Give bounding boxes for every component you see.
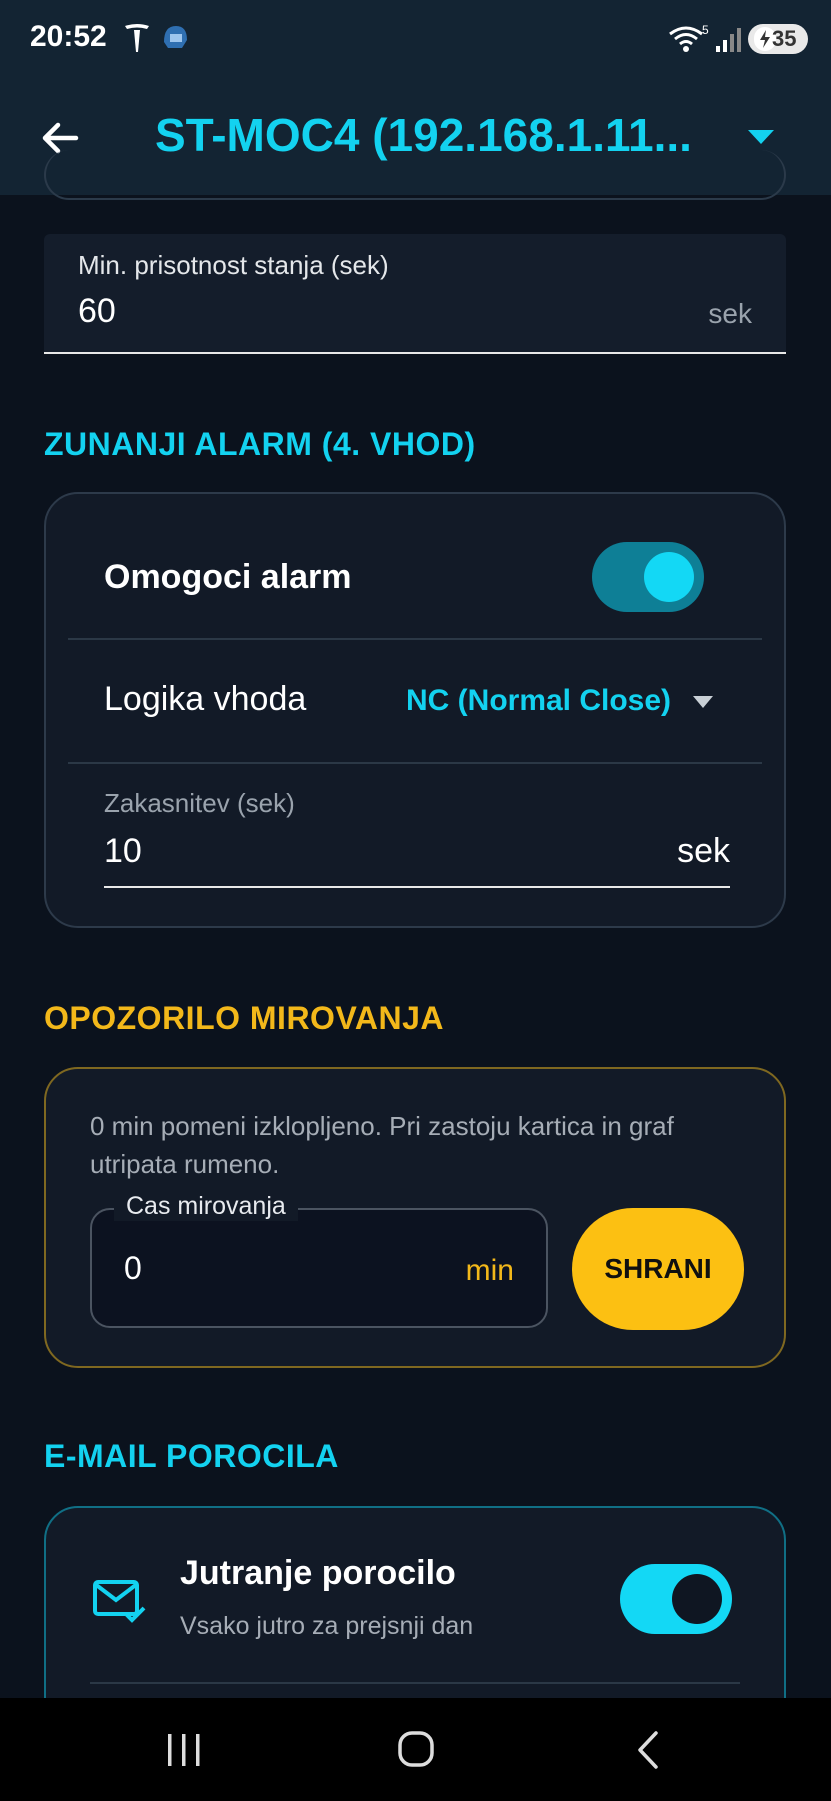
delay-label: Zakasnitev (sek) (104, 788, 295, 818)
external-alarm-card: Omogoci alarm Logika vhoda NC (Normal Cl… (44, 492, 786, 928)
idle-time-suffix: min (465, 1254, 514, 1287)
helmet-icon (164, 26, 187, 48)
email-reports-title: E-MAIL POROCILA (44, 1438, 339, 1474)
idle-warning-title: OPOZORILO MIROVANJA (44, 1000, 445, 1036)
system-nav-bar (0, 1698, 831, 1801)
helper-line-2: utripata rumeno. (90, 1149, 280, 1179)
helper-line-1: 0 min pomeni izklopljeno. Pri zastoju ka… (90, 1111, 674, 1141)
status-bar: 20:52 5 35 (0, 0, 831, 80)
min-presence-label: Min. prisotnost stanja (sek) (78, 250, 389, 280)
signal-icon (716, 28, 741, 52)
divider (68, 638, 762, 640)
idle-time-field[interactable]: Cas mirovanja 0 min (90, 1192, 548, 1328)
morning-report-subtitle: Vsako jutro za prejsnji dan (180, 1612, 474, 1640)
delay-value[interactable]: 10 (104, 832, 142, 871)
min-presence-suffix: sek (708, 298, 752, 329)
input-logic-value: NC (Normal Close) (406, 684, 672, 717)
delay-suffix: sek (677, 832, 730, 870)
svg-text:5: 5 (702, 23, 709, 37)
previous-card-edge (44, 150, 786, 200)
delay-field[interactable]: Zakasnitev (sek) 10 sek (104, 788, 730, 888)
home-icon[interactable] (386, 1728, 446, 1772)
mail-check-icon (93, 1580, 146, 1623)
enable-alarm-label: Omogoci alarm (104, 558, 352, 596)
morning-report-title: Jutranje porocilo (180, 1554, 456, 1592)
toggle-thumb (672, 1574, 722, 1624)
toggle-thumb (644, 552, 694, 602)
divider (90, 1682, 740, 1684)
battery-percent: 35 (772, 26, 797, 51)
battery-icon: 35 (748, 24, 808, 54)
wifi-icon: 5 (669, 23, 709, 52)
idle-time-label: Cas mirovanja (114, 1192, 298, 1221)
caret-down-icon[interactable] (746, 127, 776, 147)
idle-time-value[interactable]: 0 (124, 1250, 142, 1287)
idle-warning-card: 0 min pomeni izklopljeno. Pri zastoju ka… (44, 1067, 786, 1368)
min-presence-value[interactable]: 60 (78, 292, 116, 331)
status-time: 20:52 (30, 20, 107, 53)
back-nav-icon[interactable] (618, 1728, 678, 1772)
morning-report-toggle[interactable] (620, 1564, 732, 1634)
min-presence-field[interactable]: Min. prisotnost stanja (sek) 60 sek (44, 234, 786, 354)
tesla-icon (125, 24, 149, 52)
input-logic-label: Logika vhoda (104, 680, 307, 718)
input-logic-dropdown[interactable]: NC (Normal Close) (406, 684, 715, 718)
divider (68, 762, 762, 764)
caret-down-icon (693, 696, 714, 709)
save-button[interactable]: SHRANI (572, 1208, 744, 1330)
idle-warning-helper: 0 min pomeni izklopljeno. Pri zastoju ka… (90, 1107, 674, 1183)
external-alarm-title: ZUNANJI ALARM (4. VHOD) (44, 426, 476, 462)
enable-alarm-toggle[interactable] (592, 542, 704, 612)
recent-apps-icon[interactable] (154, 1728, 214, 1772)
